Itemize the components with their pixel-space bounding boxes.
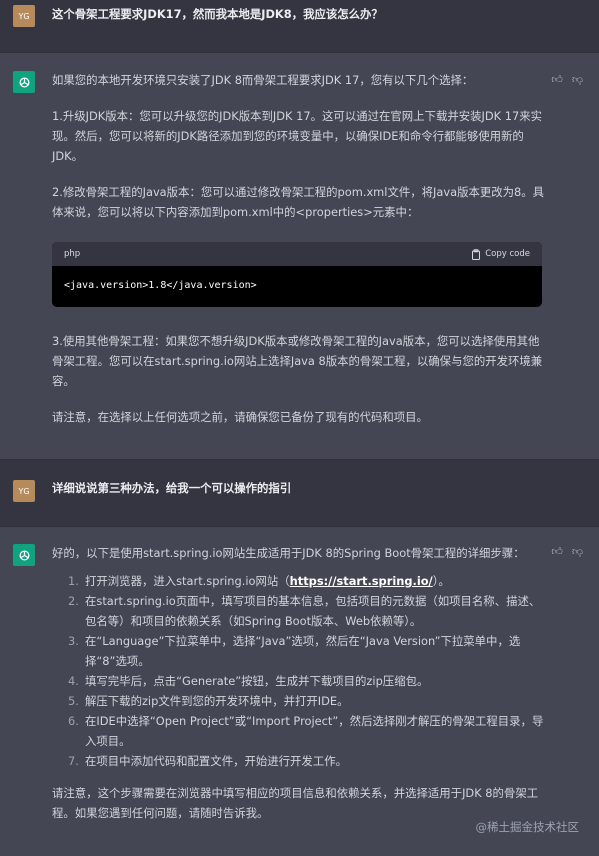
steps-list: 1. 打开浏览器，进入start.spring.io网站（https://star… [52, 571, 547, 771]
user-message-1: YG 这个骨架工程要求JDK17，然而我本地是JDK8，我应该怎么办？ [0, 0, 599, 52]
list-item: 5. 解压下载的zip文件到您的开发环境中，并打开IDE。 [68, 694, 349, 708]
assistant-message-body: 如果您的本地开发环境只安装了JDK 8而骨架工程要求JDK 17，您有以下几个选… [52, 70, 547, 222]
watermark: @稀土掘金技术社区 [475, 820, 580, 834]
code-language-label: php [64, 249, 81, 259]
assistant-message-body: 好的，以下是使用start.spring.io网站生成适用于JDK 8的Spri… [52, 543, 547, 823]
user-message-text: 详细说说第三种办法，给我一个可以操作的指引 [52, 481, 292, 495]
user-message-2: YG 详细说说第三种办法，给我一个可以操作的指引 [0, 460, 599, 526]
user-message-text: 这个骨架工程要求JDK17，然而我本地是JDK8，我应该怎么办？ [52, 7, 383, 21]
code-content: <java.version>1.8</java.version> [64, 280, 257, 291]
user-avatar: YG [13, 480, 35, 502]
assistant-message-body-2: 3.使用其他骨架工程：如果您不想升级JDK版本或修改骨架工程的Java版本，您可… [52, 331, 547, 427]
code-block-header: php Copy code [52, 242, 542, 266]
thumbs-up-icon[interactable]: 👍︎ [551, 545, 563, 558]
thumbs-up-icon[interactable]: 👍︎ [551, 73, 563, 86]
option-3-paragraph: 3.使用其他骨架工程：如果您不想升级JDK版本或修改骨架工程的Java版本，您可… [52, 334, 543, 388]
assistant-message-2: 👍︎ 👎︎ 好的，以下是使用start.spring.io网站生成适用于JDK … [0, 526, 599, 856]
feedback-buttons: 👍︎ 👎︎ [551, 73, 583, 86]
option-1-paragraph: 1.升级JDK版本：您可以升级您的JDK版本到JDK 17。这可以通过在官网上下… [52, 109, 542, 163]
copy-code-label: Copy code [485, 249, 530, 259]
user-avatar: YG [13, 5, 35, 27]
answer-intro: 如果您的本地开发环境只安装了JDK 8而骨架工程要求JDK 17，您有以下几个选… [52, 73, 474, 87]
copy-code-button[interactable]: Copy code [471, 248, 530, 260]
answer-intro: 好的，以下是使用start.spring.io网站生成适用于JDK 8的Spri… [52, 546, 525, 560]
list-item: 7. 在项目中添加代码和配置文件，开始进行开发工作。 [68, 754, 347, 768]
closing-note: 请注意，这个步骤需要在浏览器中填写相应的项目信息和依赖关系，并选择适用于JDK … [52, 786, 539, 820]
thumbs-down-icon[interactable]: 👎︎ [572, 73, 583, 86]
list-item: 1. 打开浏览器，进入start.spring.io网站（https://star… [68, 574, 450, 588]
thumbs-down-icon[interactable]: 👎︎ [572, 545, 583, 558]
feedback-buttons: 👍︎ 👎︎ [551, 545, 583, 558]
openai-logo-icon [19, 550, 29, 560]
option-2-paragraph: 2.修改骨架工程的Java版本：您可以通过修改骨架工程的pom.xml文件，将J… [52, 185, 545, 219]
clipboard-icon [472, 248, 481, 260]
list-item: 3. 在“Language”下拉菜单中，选择“Java”选项，然后在“Java V… [68, 634, 521, 668]
list-item: 4. 填写完毕后，点击“Generate”按钮，生成并下载项目的zip压缩包。 [68, 674, 429, 688]
assistant-avatar [13, 544, 35, 566]
assistant-avatar [13, 71, 35, 93]
start-spring-link[interactable]: https://start.spring.io/ [290, 574, 433, 588]
assistant-message-1: 👍︎ 👎︎ 如果您的本地开发环境只安装了JDK 8而骨架工程要求JDK 17，您… [0, 52, 599, 460]
openai-logo-icon [19, 77, 29, 87]
code-block: php Copy code <java.version>1.8</java.ve… [52, 242, 542, 307]
list-item: 2. 在start.spring.io页面中，填写项目的基本信息，包括项目的元数据… [68, 594, 541, 628]
backup-note: 请注意，在选择以上任何选项之前，请确保您已备份了现有的代码和项目。 [52, 410, 428, 424]
list-item: 6. 在IDE中选择“Open Project”或“Import Project”… [68, 714, 544, 748]
